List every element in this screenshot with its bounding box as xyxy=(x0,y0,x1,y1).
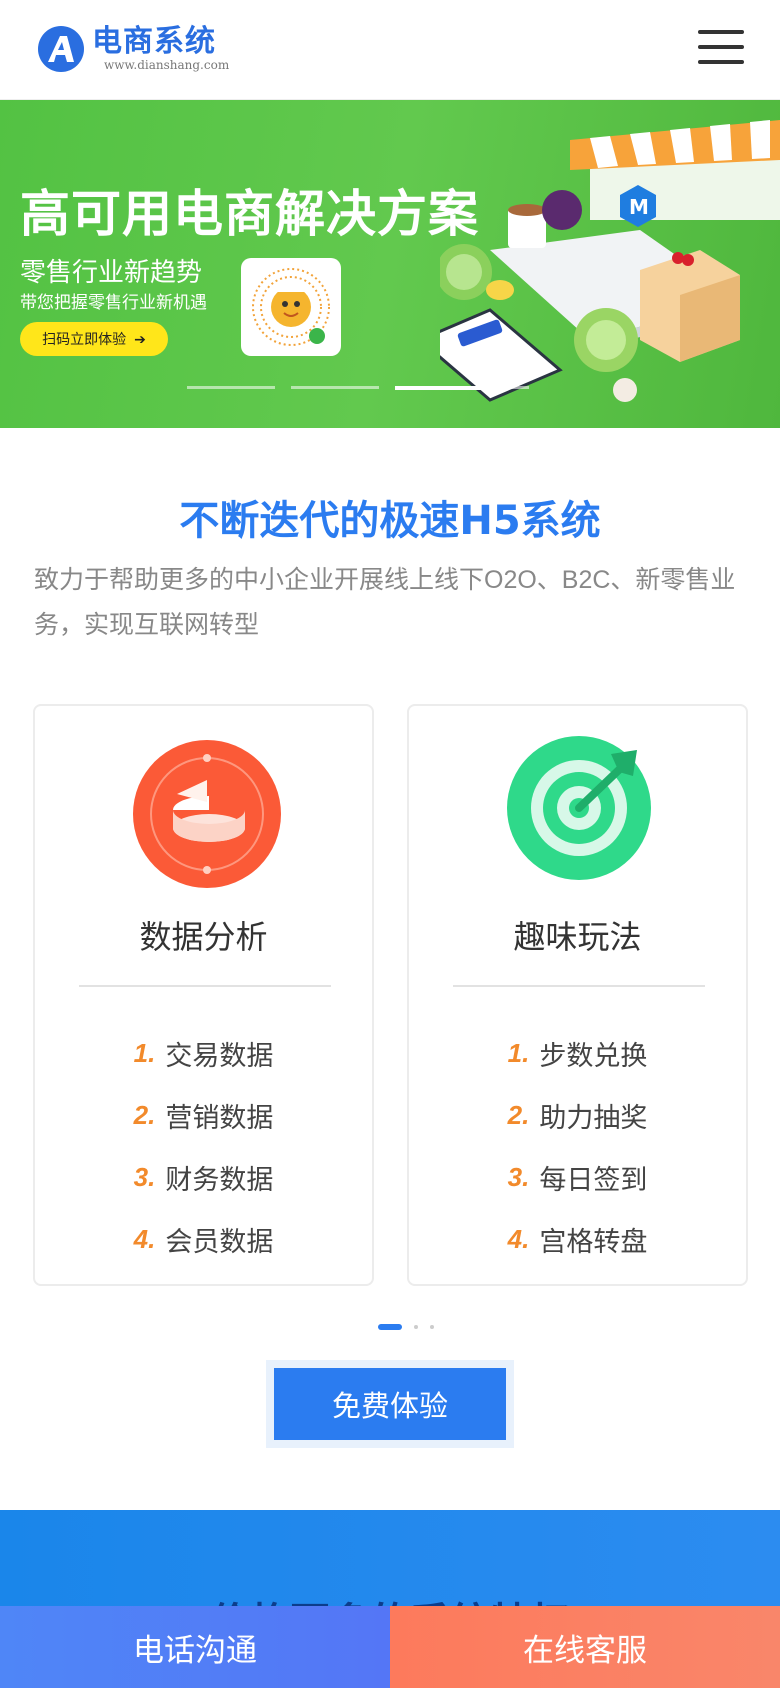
item-number: 1. xyxy=(507,1037,530,1068)
ecommerce-illustration: M xyxy=(440,120,780,402)
phone-contact-button[interactable]: 电话沟通 xyxy=(0,1606,390,1688)
slide-indicator[interactable] xyxy=(291,386,379,389)
item-number: 2. xyxy=(507,1099,530,1130)
item-text: 宫格转盘 xyxy=(539,1226,648,1257)
site-header: 电商系统 www.dianshang.com xyxy=(0,0,780,100)
list-item: 2. 营销数据 xyxy=(35,1084,372,1146)
banner-slide-indicators xyxy=(187,386,529,390)
feature-card-fun-play[interactable]: 趣味玩法 1. 步数兑换 2. 助力抽奖 3. 每日签到 4. 宫格转盘 xyxy=(407,704,748,1286)
card-feature-list: 1. 步数兑换 2. 助力抽奖 3. 每日签到 4. 宫格转盘 xyxy=(409,1022,746,1270)
pager-dot-active[interactable] xyxy=(378,1324,402,1330)
item-text: 营销数据 xyxy=(165,1102,274,1133)
online-service-button[interactable]: 在线客服 xyxy=(390,1606,780,1688)
list-item: 4. 会员数据 xyxy=(35,1208,372,1270)
slide-indicator[interactable] xyxy=(187,386,275,389)
logo-url: www.dianshang.com xyxy=(104,58,230,72)
list-item: 1. 步数兑换 xyxy=(409,1022,746,1084)
item-number: 3. xyxy=(133,1161,156,1192)
item-text: 财务数据 xyxy=(165,1164,274,1195)
pie-chart-icon xyxy=(133,740,281,888)
list-item: 3. 财务数据 xyxy=(35,1146,372,1208)
free-trial-button[interactable]: 免费体验 xyxy=(274,1368,506,1440)
item-text: 每日签到 xyxy=(539,1164,648,1195)
section-title: 不断迭代的极速H5系统 xyxy=(179,498,601,544)
mini-program-qr-code xyxy=(241,258,341,356)
list-item: 4. 宫格转盘 xyxy=(409,1208,746,1270)
svg-text:M: M xyxy=(629,195,649,219)
list-item: 1. 交易数据 xyxy=(35,1022,372,1084)
pager-dot[interactable] xyxy=(430,1325,434,1329)
card-divider xyxy=(79,985,331,987)
item-number: 4. xyxy=(507,1223,530,1254)
item-text: 步数兑换 xyxy=(539,1040,648,1071)
logo-title: 电商系统 xyxy=(92,24,216,59)
scan-experience-label: 扫码立即体验 xyxy=(42,331,127,347)
section-description: 致力于帮助更多的中小企业开展线上线下O2O、B2C、新零售业务，实现互联网转型 xyxy=(34,566,736,639)
list-item: 2. 助力抽奖 xyxy=(409,1084,746,1146)
item-text: 交易数据 xyxy=(165,1040,274,1071)
scan-experience-button[interactable]: 扫码立即体验 ➔ xyxy=(20,322,168,356)
site-logo[interactable]: 电商系统 www.dianshang.com xyxy=(36,24,229,74)
slide-indicator-active[interactable] xyxy=(395,386,483,390)
qr-code-icon xyxy=(252,268,330,346)
hamburger-menu-icon[interactable] xyxy=(698,30,744,68)
item-text: 助力抽奖 xyxy=(539,1102,648,1133)
item-number: 2. xyxy=(133,1099,156,1130)
card-feature-list: 1. 交易数据 2. 营销数据 3. 财务数据 4. 会员数据 xyxy=(35,1022,372,1270)
arrow-right-icon: ➔ xyxy=(134,330,146,347)
target-arrow-icon xyxy=(507,736,651,880)
item-text: 会员数据 xyxy=(165,1226,274,1257)
pager-dot[interactable] xyxy=(414,1325,418,1329)
feature-card-data-analysis[interactable]: 数据分析 1. 交易数据 2. 营销数据 3. 财务数据 4. 会员数据 xyxy=(33,704,374,1286)
bottom-action-bar: 电话沟通 在线客服 xyxy=(0,1606,780,1688)
banner-title: 高可用电商解决方案 xyxy=(20,185,479,243)
card-title: 趣味玩法 xyxy=(513,919,642,955)
hero-banner[interactable]: M 高可用电商解决方案 零售行业新趋势 带您把握零售行业新机遇 扫码立即体验 ➔ xyxy=(0,100,780,428)
item-number: 3. xyxy=(507,1161,530,1192)
logo-a-icon xyxy=(38,26,84,72)
card-title: 数据分析 xyxy=(139,919,268,955)
banner-subtitle-2: 带您把握零售行业新机遇 xyxy=(20,293,207,312)
free-trial-button-wrap: 免费体验 xyxy=(266,1360,514,1448)
item-number: 4. xyxy=(133,1223,156,1254)
card-divider xyxy=(453,985,705,987)
item-number: 1. xyxy=(133,1037,156,1068)
card-carousel-pager xyxy=(378,1324,434,1330)
slide-indicator[interactable] xyxy=(499,386,529,389)
list-item: 3. 每日签到 xyxy=(409,1146,746,1208)
banner-subtitle: 零售行业新趋势 xyxy=(20,257,203,287)
